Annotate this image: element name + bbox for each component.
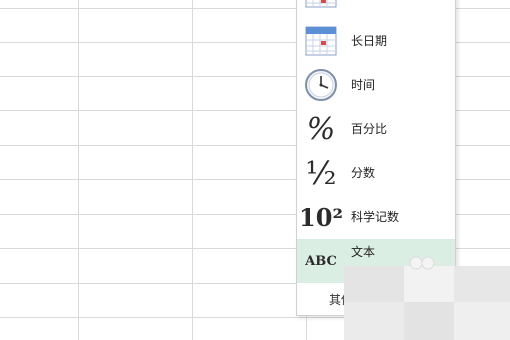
- menu-item-percent[interactable]: % 百分比: [297, 107, 455, 151]
- fraction-icon: ½: [303, 154, 339, 192]
- menu-item-label: 分数: [351, 166, 376, 180]
- scientific-icon: 10²: [299, 199, 343, 235]
- grid-col-line: [192, 0, 193, 340]
- scientific-symbol: 10²: [299, 202, 343, 232]
- text-symbol: ABC: [305, 253, 337, 269]
- grid-col-line: [78, 0, 79, 340]
- menu-item-scientific[interactable]: 10² 科学记数: [297, 195, 455, 239]
- percent-symbol: %: [306, 111, 336, 147]
- blurred-overlay: [344, 266, 510, 340]
- calendar-icon: [303, 23, 339, 59]
- menu-item-label: 文本: [351, 245, 376, 259]
- cursor-decoration-icon: [408, 256, 436, 270]
- clock-icon: [303, 67, 339, 103]
- menu-item-long-date[interactable]: 长日期: [297, 19, 455, 63]
- menu-item-fraction[interactable]: ½ 分数: [297, 151, 455, 195]
- menu-item-date[interactable]: [297, 0, 455, 15]
- menu-item-label: 百分比: [351, 122, 388, 136]
- text-icon: ABC: [303, 243, 339, 279]
- percent-icon: %: [303, 111, 339, 147]
- menu-item-label: 时间: [351, 78, 376, 92]
- menu-item-label: 科学记数: [351, 210, 400, 224]
- calendar-icon: [303, 0, 339, 11]
- menu-item-label: 长日期: [351, 34, 388, 48]
- fraction-symbol: ½: [305, 154, 337, 192]
- menu-item-time[interactable]: 时间: [297, 63, 455, 107]
